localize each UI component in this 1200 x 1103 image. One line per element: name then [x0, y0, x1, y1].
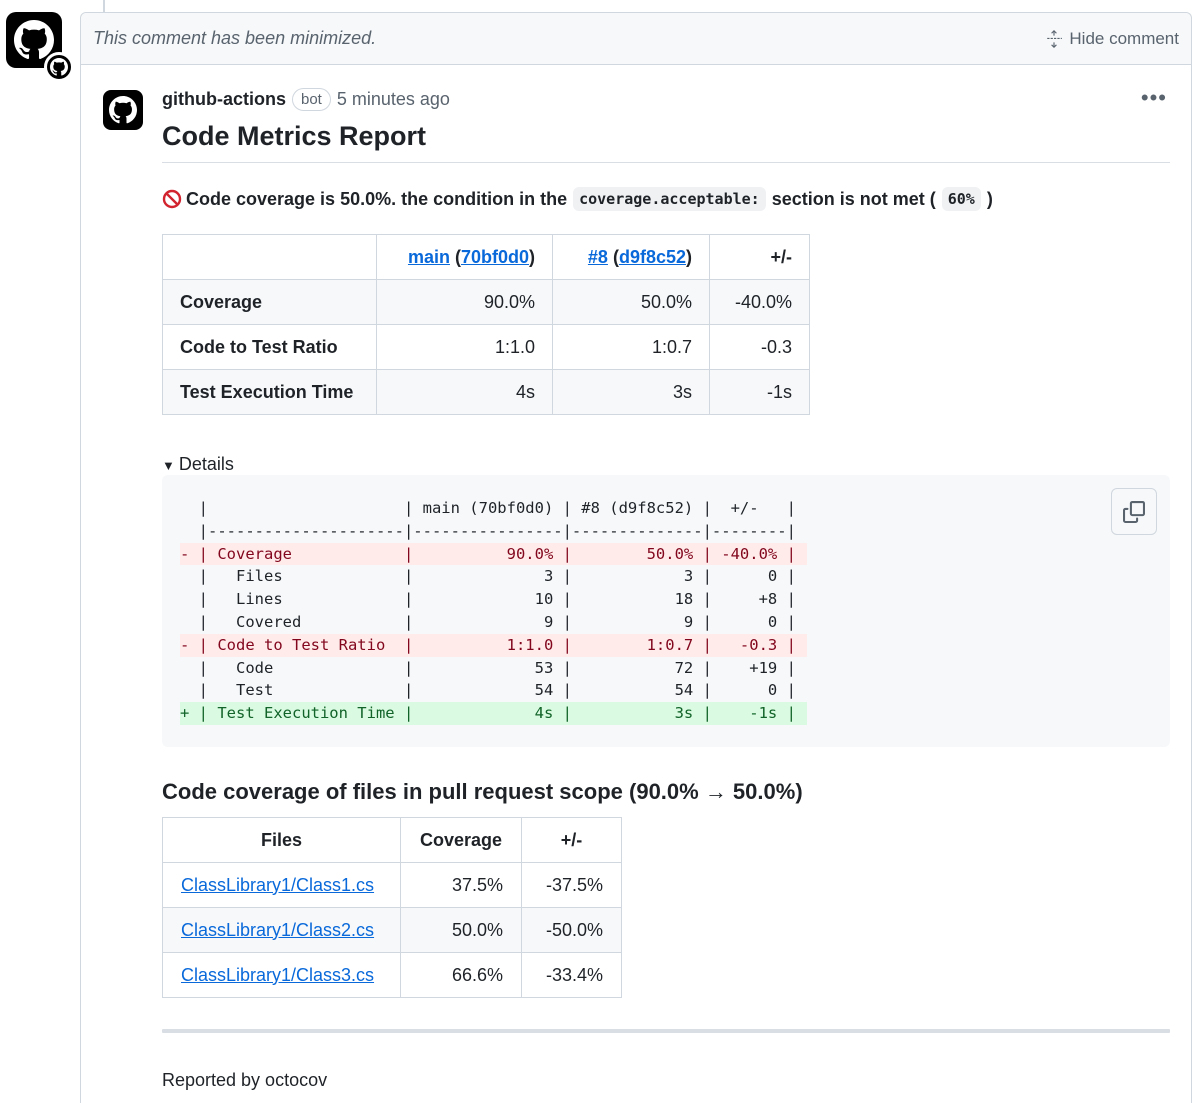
file-link[interactable]: ClassLibrary1/Class3.cs — [181, 965, 374, 985]
diff-line: | Test | 54 | 54 | 0 | — [180, 681, 796, 700]
diff-table: | | main (70bf0d0) | #8 (d9f8c52) | +/- … — [180, 497, 807, 725]
table-header: +/- — [709, 234, 810, 280]
condition-code-key: coverage.acceptable: — [573, 187, 766, 211]
table-header: Coverage — [400, 817, 522, 863]
reported-by: Reported by octocov — [162, 1070, 328, 1090]
table-header — [162, 234, 377, 280]
cell: -0.3 — [709, 324, 810, 370]
diff-line-removed: - | Coverage | 90.0% | 50.0% | -40.0% | — [180, 542, 807, 566]
paren: ) — [686, 246, 692, 267]
details-label: Details — [178, 454, 234, 474]
more-options-button[interactable]: ••• — [1141, 87, 1167, 109]
github-logo-icon — [50, 58, 68, 76]
details-code-block: | | main (70bf0d0) | #8 (d9f8c52) | +/- … — [162, 475, 1170, 747]
minimized-bar: This comment has been minimized. Hide co… — [81, 13, 1191, 65]
author-avatar[interactable] — [103, 90, 143, 130]
cell: 50.0% — [400, 907, 522, 953]
copy-button[interactable] — [1111, 488, 1157, 535]
file-cell: ClassLibrary1/Class2.cs — [162, 907, 401, 953]
table-row: ClassLibrary1/Class2.cs 50.0% -50.0% — [162, 907, 622, 953]
cell: -37.5% — [521, 862, 622, 908]
cell: -1s — [709, 369, 810, 415]
condition-text: ) — [986, 188, 993, 209]
diff-line: | Covered | 9 | 9 | 0 | — [180, 612, 796, 631]
app-badge — [44, 52, 74, 82]
diff-line: | Lines | 10 | 18 | +8 | — [180, 590, 796, 609]
unfold-icon — [1047, 29, 1063, 48]
divider — [162, 162, 1170, 163]
table-header: #8 (d9f8c52) — [552, 234, 710, 280]
diff-line: | | main (70bf0d0) | #8 (d9f8c52) | +/- … — [180, 499, 796, 517]
pr-link[interactable]: #8 — [588, 247, 608, 267]
diff-line-removed: - | Code to Test Ratio | 1:1.0 | 1:0.7 |… — [180, 633, 807, 657]
condition-text: section is not met ( — [771, 188, 936, 209]
cell: -33.4% — [521, 952, 622, 998]
diff-line: | Code | 53 | 72 | +19 | — [180, 658, 796, 677]
table-row: Coverage 90.0% 50.0% -40.0% — [162, 279, 810, 325]
cell: 3s — [552, 369, 710, 415]
timestamp[interactable]: 5 minutes ago — [337, 89, 450, 110]
row-label: Coverage — [162, 279, 377, 325]
cell: 66.6% — [400, 952, 522, 998]
table-row: Code to Test Ratio 1:1.0 1:0.7 -0.3 — [162, 324, 810, 370]
comment-box: This comment has been minimized. Hide co… — [80, 12, 1192, 1103]
hide-comment-label: Hide comment — [1069, 28, 1179, 48]
condition-code-value: 60% — [941, 187, 981, 211]
report-title: Code Metrics Report — [162, 121, 427, 151]
cell: 4s — [376, 369, 553, 415]
cell: 1:0.7 — [552, 324, 710, 370]
no-entry-icon — [162, 189, 182, 209]
paren: ) — [529, 246, 535, 267]
cell: 1:1.0 — [376, 324, 553, 370]
coverage-condition: Code coverage is 50.0%. the condition in… — [162, 187, 993, 211]
files-section-title: Code coverage of files in pull request s… — [162, 779, 803, 804]
author-name[interactable]: github-actions — [162, 89, 286, 110]
cell: 37.5% — [400, 862, 522, 908]
table-header: main (70bf0d0) — [376, 234, 553, 280]
github-logo-icon — [109, 96, 137, 124]
row-label: Code to Test Ratio — [162, 324, 377, 370]
row-label: Test Execution Time — [162, 369, 377, 415]
bot-badge: bot — [292, 88, 331, 111]
commit-link[interactable]: 70bf0d0 — [461, 247, 529, 267]
caret-down-icon: ▼ — [162, 458, 175, 473]
copy-icon — [1123, 500, 1145, 523]
divider — [162, 1029, 1170, 1033]
hide-comment-button[interactable]: Hide comment — [1045, 29, 1179, 49]
file-cell: ClassLibrary1/Class1.cs — [162, 862, 401, 908]
table-row: ClassLibrary1/Class3.cs 66.6% -33.4% — [162, 952, 622, 998]
table-header: Files — [162, 817, 401, 863]
file-link[interactable]: ClassLibrary1/Class2.cs — [181, 920, 374, 940]
timeline-line — [103, 0, 105, 12]
files-table: Files Coverage +/- ClassLibrary1/Class1.… — [162, 817, 622, 998]
commit-link[interactable]: d9f8c52 — [619, 247, 686, 267]
github-logo-icon — [14, 20, 54, 60]
table-row: Test Execution Time 4s 3s -1s — [162, 369, 810, 415]
condition-text: Code coverage is 50.0%. the condition in… — [186, 188, 568, 209]
metrics-table: main (70bf0d0) #8 (d9f8c52) +/- Coverage… — [162, 234, 810, 415]
minimized-text: This comment has been minimized. — [93, 28, 377, 48]
paren: ( — [449, 246, 461, 267]
paren: ( — [607, 246, 619, 267]
cell: 50.0% — [552, 279, 710, 325]
diff-line-added: + | Test Execution Time | 4s | 3s | -1s … — [180, 702, 807, 725]
details-toggle[interactable]: ▼ Details — [162, 454, 234, 475]
file-link[interactable]: ClassLibrary1/Class1.cs — [181, 875, 374, 895]
table-row: ClassLibrary1/Class1.cs 37.5% -37.5% — [162, 862, 622, 908]
avatar[interactable] — [6, 12, 74, 82]
cell: -50.0% — [521, 907, 622, 953]
branch-link[interactable]: main — [408, 247, 450, 267]
diff-line: | Files | 3 | 3 | 0 | — [180, 567, 796, 586]
cell: -40.0% — [709, 279, 810, 325]
comment-header: github-actions bot 5 minutes ago — [162, 88, 450, 111]
cell: 90.0% — [376, 279, 553, 325]
file-cell: ClassLibrary1/Class3.cs — [162, 952, 401, 998]
table-header: +/- — [521, 817, 622, 863]
diff-line: |---------------------|----------------|… — [180, 521, 796, 540]
